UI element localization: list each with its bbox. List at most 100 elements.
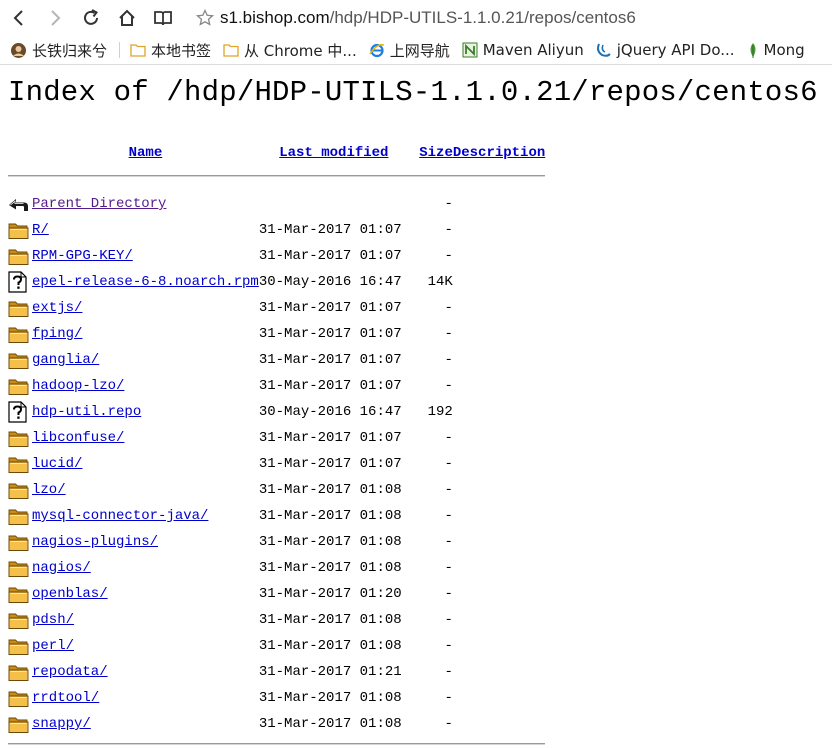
bookmark-item-1[interactable]: 本地书签 [130,36,217,64]
jquery-icon [596,43,611,57]
back-button[interactable] [4,3,34,33]
forward-button[interactable] [40,3,70,33]
entry-link-17[interactable]: perl/ [32,638,74,654]
entry-link-3[interactable]: epel-release-6-8.noarch.rpm [32,274,259,290]
entry-link-16[interactable]: pdsh/ [32,612,74,628]
table-row-9: libconfuse/ 31-Mar-2017 01:07 - [8,425,545,451]
sort-by-modified-link[interactable]: Last modified [279,145,388,161]
entry-link-15[interactable]: openblas/ [32,586,108,602]
entry-link-6[interactable]: ganglia/ [32,352,99,368]
entry-link-4[interactable]: extjs/ [32,300,82,316]
entry-link-8[interactable]: hdp-util.repo [32,404,141,420]
entry-link-5[interactable]: fping/ [32,326,82,342]
entry-icon-cell [8,581,32,607]
entry-size: - [444,638,453,654]
bookmark-label-0: 长铁归来兮 [32,41,108,60]
entry-description [453,347,545,373]
listing-body: Parent Directory - R/ 31-Mar-2017 01:07 … [8,191,545,737]
reload-button[interactable] [76,3,106,33]
table-row-17: perl/ 31-Mar-2017 01:08 - [8,633,545,659]
sort-by-name-link[interactable]: Name [129,145,163,161]
entry-name-cell: fping/ [32,321,259,347]
entry-size: - [444,586,453,602]
entry-link-18[interactable]: repodata/ [32,664,108,680]
entry-icon-cell [8,321,32,347]
entry-modified: 31-Mar-2017 01:07 [258,352,402,368]
table-row-18: repodata/ 31-Mar-2017 01:21 - [8,659,545,685]
url-path: /hdp/HDP-UTILS-1.1.0.21/repos/centos6 [329,8,636,27]
entry-description [453,295,545,321]
bookmark-item-0[interactable]: 长铁归来兮 [10,36,113,64]
entry-link-13[interactable]: nagios-plugins/ [32,534,158,550]
entry-size: - [444,430,453,446]
parent-directory-icon [9,199,28,211]
header-row: Name Last modified Size Description [8,143,546,163]
entry-link-11[interactable]: lzo/ [32,482,66,498]
ie-icon [369,43,384,58]
entry-size: - [444,196,453,212]
bookmark-item-5[interactable]: jQuery API Do... [596,36,741,64]
entry-link-14[interactable]: nagios/ [32,560,91,576]
table-row-10: lucid/ 31-Mar-2017 01:07 - [8,451,545,477]
sort-by-description-link[interactable]: Description [453,145,545,161]
reading-mode-button[interactable] [148,3,178,33]
entry-link-7[interactable]: hadoop-lzo/ [32,378,124,394]
table-row-6: ganglia/ 31-Mar-2017 01:07 - [8,347,545,373]
entry-size: - [444,300,453,316]
folder-icon [8,301,29,317]
table-row-3: epel-release-6-8.noarch.rpm 30-May-2016 … [8,269,545,295]
bookmark-separator [119,42,121,58]
url-domain: s1.bishop.com [220,8,330,27]
entry-name-cell: Parent Directory [32,191,259,217]
table-row-8: hdp-util.repo 30-May-2016 16:47 192 [8,399,545,425]
folder-icon [8,483,29,499]
address-bar[interactable]: s1.bishop.com/hdp/HDP-UTILS-1.1.0.21/rep… [196,3,636,33]
entry-modified: 31-Mar-2017 01:07 [258,430,402,446]
entry-modified [259,191,409,217]
entry-link-20[interactable]: snappy/ [32,716,91,732]
folder-icon [8,457,29,473]
folder-icon [8,639,29,655]
entry-link-2[interactable]: RPM-GPG-KEY/ [32,248,133,264]
entry-size: - [444,352,453,368]
favorite-star-icon[interactable] [196,9,214,27]
entry-link-12[interactable]: mysql-connector-java/ [32,508,208,524]
entry-link-19[interactable]: rrdtool/ [32,690,99,706]
home-button[interactable] [112,3,142,33]
table-row-11: lzo/ 31-Mar-2017 01:08 - [8,477,545,503]
bookmark-label-2: 从 Chrome 中... [244,41,357,60]
entry-description [453,191,545,217]
bookmark-item-4[interactable]: Maven Aliyun [462,36,590,64]
parent-directory-link[interactable]: Parent Directory [32,196,166,212]
folder-icon [8,223,29,239]
bookmark-item-2[interactable]: 从 Chrome 中... [223,36,363,64]
table-row-14: nagios/ 31-Mar-2017 01:08 - [8,555,545,581]
entry-name-cell: epel-release-6-8.noarch.rpm [32,269,259,295]
bookmark-item-3[interactable]: 上网导航 [369,36,456,64]
table-row-1: R/ 31-Mar-2017 01:07 - [8,217,545,243]
entry-description [453,529,545,555]
bookmark-item-6[interactable]: Mong [747,36,811,64]
entry-description [453,633,545,659]
folder-icon [8,587,29,603]
entry-modified: 31-Mar-2017 01:07 [258,378,402,394]
entry-description [453,607,545,633]
table-row-0: Parent Directory - [8,191,545,217]
page-content: Index of /hdp/HDP-UTILS-1.1.0.21/repos/c… [8,64,818,745]
entry-link-1[interactable]: R/ [32,222,49,238]
entry-size: - [444,378,453,394]
entry-name-cell: ganglia/ [32,347,259,373]
entry-size: - [444,690,453,706]
home-icon [119,9,135,26]
entry-name-cell: lucid/ [32,451,259,477]
entry-description [453,373,545,399]
bookmarks-bar: 长铁归来兮 本地书签 从 Chrome 中... 上网导航 Maven Aliy… [0,36,832,65]
sort-by-size-link[interactable]: Size [419,145,453,161]
entry-name-cell: openblas/ [32,581,259,607]
folder-icon [8,561,29,577]
entry-description [453,659,545,685]
entry-size: - [444,482,453,498]
entry-link-9[interactable]: libconfuse/ [32,430,124,446]
entry-modified: 31-Mar-2017 01:07 [258,248,402,264]
entry-link-10[interactable]: lucid/ [32,456,82,472]
